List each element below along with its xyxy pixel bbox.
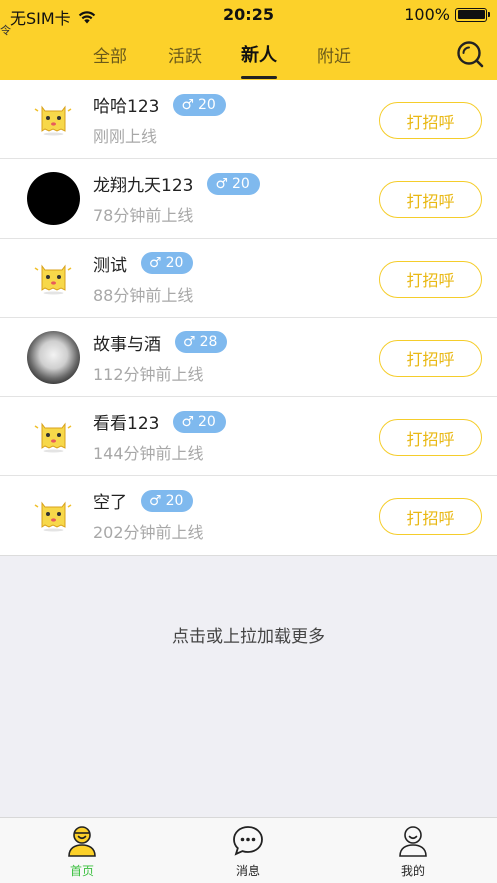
greet-button[interactable]: 打招呼 <box>379 339 482 377</box>
gender-age-badge: ♂ 20 <box>141 252 194 275</box>
age-value: 28 <box>199 334 218 351</box>
last-online: 78分钟前上线 <box>93 206 194 226</box>
status-bar: 无SIM卡 20:25 100% <box>0 0 497 28</box>
user-name: 哈哈123 <box>93 97 160 117</box>
user-name: 看看123 <box>93 414 160 435</box>
last-online: 112分钟前上线 <box>93 364 204 384</box>
avatar[interactable] <box>27 252 80 305</box>
monster-avatar-icon <box>34 264 72 295</box>
user-name: 测试 <box>93 255 127 276</box>
male-icon: ♂ <box>149 255 162 272</box>
tab-new[interactable]: 新人 <box>241 41 277 67</box>
profile-person-icon <box>399 826 427 857</box>
monster-avatar-icon <box>34 501 72 532</box>
filter-tabs: 全部 活跃 新人 附近 <box>0 38 497 79</box>
list-item[interactable]: 看看123 ♂ 20 144分钟前上线 打招呼 <box>0 397 497 477</box>
last-online: 刚刚上线 <box>93 127 158 146</box>
list-item[interactable]: 测试 ♂ 20 88分钟前上线 打招呼 <box>0 239 497 318</box>
male-icon: ♂ <box>183 334 196 351</box>
tab-underline <box>241 76 277 79</box>
name-line: 看看123 ♂ 20 <box>93 409 226 434</box>
tab-nearby[interactable]: 附近 <box>317 42 351 67</box>
male-icon: ♂ <box>181 96 195 113</box>
top-header: 无SIM卡 20:25 100% 令 全部 活跃 新人 附近 <box>0 0 497 80</box>
status-right: 100% <box>404 5 490 24</box>
greet-button[interactable]: 打招呼 <box>379 181 482 219</box>
user-list: 哈哈123 ♂ 20 刚刚上线 打招呼 龙翔九天123 ♂ 20 78分钟前上线… <box>0 80 497 556</box>
search-icon[interactable] <box>455 39 485 69</box>
age-value: 20 <box>232 175 250 192</box>
name-line: 故事与酒 ♂ 28 <box>93 330 228 355</box>
name-line: 空了 ♂ 20 <box>93 488 194 514</box>
tabbar-home[interactable]: 首页 <box>32 824 132 879</box>
user-name: 龙翔九天123 <box>93 176 194 197</box>
gender-age-badge: ♂ 20 <box>207 172 260 195</box>
tabbar-profile[interactable]: 我的 <box>363 824 463 879</box>
age-value: 20 <box>165 492 184 509</box>
user-name: 故事与酒 <box>93 334 161 355</box>
male-icon: ♂ <box>215 175 229 192</box>
age-value: 20 <box>165 255 184 272</box>
greet-button[interactable]: 打招呼 <box>379 260 482 298</box>
last-online: 202分钟前上线 <box>93 523 204 543</box>
avatar[interactable] <box>27 172 80 226</box>
bottom-tab-bar: 首页 消息 我的 <box>0 817 497 883</box>
gender-age-badge: ♂ 20 <box>173 410 226 433</box>
greet-button[interactable]: 打招呼 <box>379 498 482 536</box>
tab-all[interactable]: 全部 <box>93 42 127 67</box>
list-item[interactable]: 龙翔九天123 ♂ 20 78分钟前上线 打招呼 <box>0 159 497 239</box>
battery-icon <box>455 7 490 22</box>
gender-age-badge: ♂ 20 <box>141 489 194 512</box>
home-face-icon <box>68 826 96 857</box>
avatar[interactable] <box>27 330 80 384</box>
gender-age-badge: ♂ 28 <box>175 331 228 354</box>
greet-button[interactable]: 打招呼 <box>379 419 482 457</box>
age-value: 20 <box>198 413 216 430</box>
battery-percent: 100% <box>404 5 450 24</box>
male-icon: ♂ <box>149 492 162 509</box>
last-online: 88分钟前上线 <box>93 285 194 305</box>
male-icon: ♂ <box>181 413 195 430</box>
name-line: 龙翔九天123 ♂ 20 <box>93 171 260 196</box>
tabbar-profile-label: 我的 <box>400 864 425 878</box>
gender-age-badge: ♂ 20 <box>173 93 226 116</box>
list-item[interactable]: 哈哈123 ♂ 20 刚刚上线 打招呼 <box>0 80 497 160</box>
last-online: 144分钟前上线 <box>93 444 204 464</box>
tabbar-messages-label: 消息 <box>235 864 260 878</box>
list-item[interactable]: 故事与酒 ♂ 28 112分钟前上线 打招呼 <box>0 318 497 398</box>
monster-avatar-icon <box>34 422 72 453</box>
tab-active[interactable]: 活跃 <box>168 42 202 67</box>
name-line: 哈哈123 ♂ 20 <box>93 92 226 117</box>
corner-glyph: 令 <box>0 24 11 37</box>
age-value: 20 <box>198 96 216 113</box>
monster-avatar-icon <box>34 105 72 136</box>
load-more-button[interactable]: 点击或上拉加载更多 <box>0 622 497 647</box>
list-item[interactable]: 空了 ♂ 20 202分钟前上线 打招呼 <box>0 476 497 556</box>
avatar[interactable] <box>27 489 80 542</box>
tabbar-messages[interactable]: 消息 <box>198 824 298 879</box>
name-line: 测试 ♂ 20 <box>93 251 194 276</box>
user-name: 空了 <box>93 493 127 514</box>
avatar[interactable] <box>27 410 80 463</box>
message-bubble-icon <box>233 826 263 856</box>
tabbar-home-label: 首页 <box>69 864 94 878</box>
avatar[interactable] <box>27 93 80 146</box>
greet-button[interactable]: 打招呼 <box>379 102 482 139</box>
